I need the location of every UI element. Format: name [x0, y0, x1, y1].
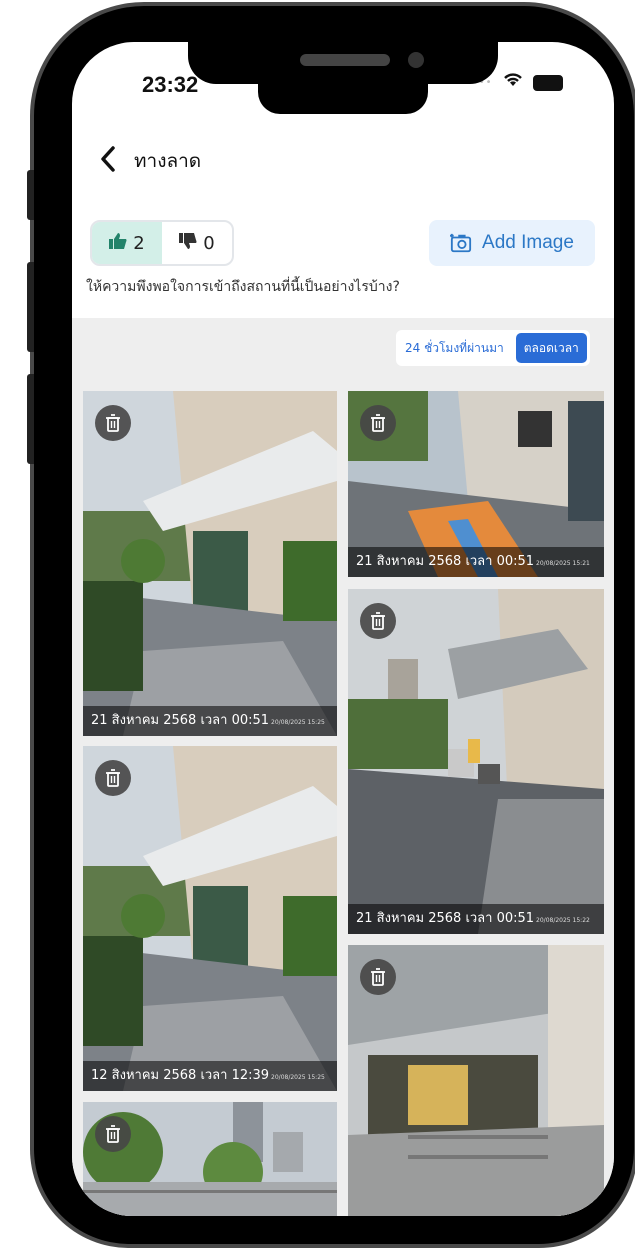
page-title: ทางลาด	[134, 151, 202, 172]
trash-icon[interactable]	[360, 959, 396, 995]
building-photo-3	[348, 589, 604, 934]
header: ทางลาด	[100, 146, 201, 176]
photo-caption: 21 สิงหาคม 2568 เวลา 00:51 20/08/2025 15:…	[83, 706, 337, 736]
photo-caption: 12 สิงหาคม 2568 เวลา 12:39 20/08/2025 15:…	[83, 1061, 337, 1091]
caption-stamp: 20/08/2025 15:25	[271, 1074, 325, 1081]
filter-24h[interactable]: 24 ชั่วโมงที่ผ่านมา	[399, 339, 510, 358]
caption-date: 21 สิงหาคม 2568 เวลา 00:51	[91, 713, 270, 728]
caption-date: 21 สิงหาคม 2568 เวลา 00:51	[356, 911, 535, 926]
photo-card[interactable]	[83, 1102, 337, 1216]
photo-caption: 21 สิงหาคม 2568 เวลา 00:51 20/08/2025 15:…	[348, 904, 604, 934]
photo-caption: 21 สิงหาคม 2568 เวลา 00:51 20/08/2025 15:…	[348, 547, 604, 577]
trash-icon[interactable]	[360, 405, 396, 441]
thumbs-up-icon	[109, 233, 127, 253]
photo-card[interactable]: 21 สิงหาคม 2568 เวลา 00:51 20/08/2025 15:…	[348, 589, 604, 934]
add-photo-icon	[450, 233, 472, 253]
back-chevron-icon[interactable]	[100, 146, 116, 176]
trash-icon[interactable]	[95, 760, 131, 796]
like-button[interactable]: 2	[92, 222, 162, 264]
thumbs-down-icon	[179, 233, 197, 253]
trash-icon[interactable]	[360, 603, 396, 639]
like-count: 2	[133, 232, 145, 254]
front-camera	[408, 52, 424, 68]
caption-stamp: 20/08/2025 15:21	[536, 560, 590, 567]
dislike-button[interactable]: 0	[162, 222, 232, 264]
battery-icon	[532, 74, 563, 91]
caption-date: 21 สิงหาคม 2568 เวลา 00:51	[356, 554, 535, 569]
dynamic-island	[258, 70, 428, 114]
time-filter: 24 ชั่วโมงที่ผ่านมา ตลอดเวลา	[396, 330, 590, 366]
photo-card[interactable]: 21 สิงหาคม 2568 เวลา 00:51 20/08/2025 15:…	[348, 391, 604, 577]
photo-card[interactable]	[348, 945, 604, 1216]
dislike-count: 0	[203, 232, 215, 254]
vote-group: 2 0	[90, 220, 234, 266]
trash-icon[interactable]	[95, 1116, 131, 1152]
photo-card[interactable]: 21 สิงหาคม 2568 เวลา 00:51 20/08/2025 15:…	[83, 391, 337, 736]
caption-stamp: 20/08/2025 15:25	[271, 719, 325, 726]
filter-all-time[interactable]: ตลอดเวลา	[515, 333, 587, 363]
status-time: 23:32	[142, 72, 199, 97]
satisfaction-question: ให้ความพึงพอใจการเข้าถึงสถานที่นี้เป็นอย…	[86, 279, 400, 295]
wifi-icon	[503, 72, 523, 93]
add-image-label: Add Image	[482, 232, 574, 253]
caption-date: 12 สิงหาคม 2568 เวลา 12:39	[91, 1068, 270, 1083]
photo-gallery[interactable]: 24 ชั่วโมงที่ผ่านมา ตลอดเวลา 21 สิงหาคม …	[72, 318, 614, 1216]
speaker-grille	[300, 54, 390, 66]
caption-stamp: 20/08/2025 15:22	[536, 917, 590, 924]
building-photo-4	[83, 746, 337, 1091]
trash-icon[interactable]	[95, 405, 131, 441]
building-photo-1	[83, 391, 337, 736]
photo-card[interactable]: 12 สิงหาคม 2568 เวลา 12:39 20/08/2025 15:…	[83, 746, 337, 1091]
screen: 23:32 ••••• ทางลาด 2 0 Add Image ให้	[72, 42, 614, 1216]
add-image-button[interactable]: Add Image	[429, 220, 595, 266]
